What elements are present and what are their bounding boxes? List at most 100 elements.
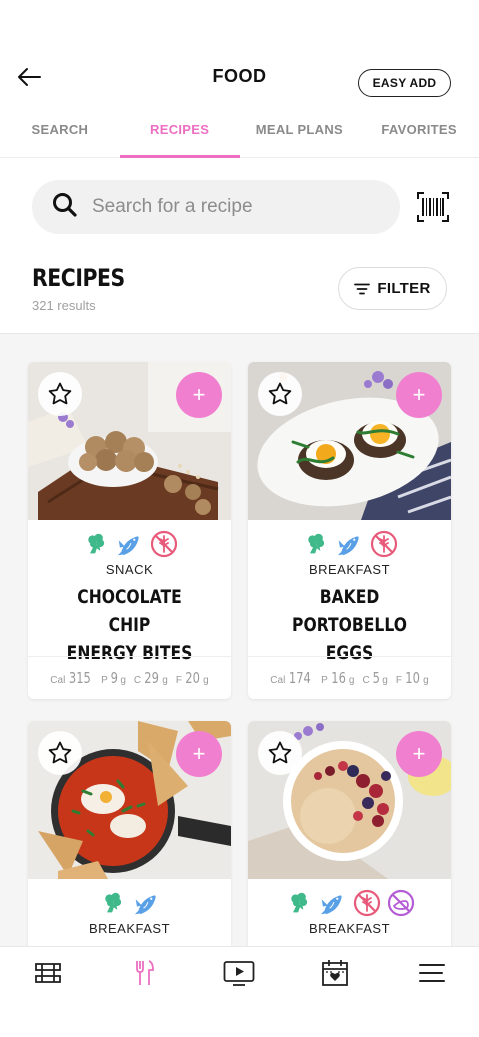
tab-favorites[interactable]: FAVORITES (359, 110, 479, 157)
pescatarian-fish-icon (336, 530, 364, 558)
macro-value: 20 (185, 669, 200, 687)
recipe-name-line: BAKED PORTOBELLO (292, 586, 407, 636)
recipe-category: BREAKFAST (308, 921, 391, 936)
pescatarian-fish-icon (116, 530, 144, 558)
macro-label: F (175, 675, 182, 686)
recipe-grid: + SNACK CHOCOLATE CHIP ENERGY BITES Cal 3… (0, 334, 479, 946)
nav-videos[interactable] (192, 947, 288, 1004)
macro-label: Cal (50, 675, 66, 686)
nav-workout[interactable] (0, 947, 96, 1004)
macro-fat: F 20 g (176, 669, 209, 687)
diet-icons (248, 530, 451, 558)
macro-value: 5 (372, 669, 380, 687)
pescatarian-fish-icon (319, 889, 347, 917)
macro-carbs: C5g (362, 669, 387, 687)
macro-label: F (395, 675, 402, 686)
macro-value: 16 (331, 669, 346, 687)
dairy-free-icon (387, 889, 415, 917)
vegetarian-broccoli-icon (99, 889, 127, 917)
macro-value: 315 (69, 669, 92, 687)
macro-value: 29 (144, 669, 160, 687)
add-recipe-button[interactable]: + (396, 372, 442, 418)
macro-value: 174 (289, 669, 312, 687)
recipes-heading: RECIPES (32, 264, 125, 292)
macro-label: P (101, 675, 108, 686)
macro-unit: g (382, 675, 388, 686)
calendar-heart-icon (321, 959, 349, 992)
diet-icons (28, 530, 231, 558)
macro-label: C (133, 675, 142, 686)
recipe-category: BREAKFAST (88, 921, 171, 936)
menu-icon (417, 962, 446, 989)
macro-value: 10 (405, 669, 420, 687)
barcode-scan-icon[interactable] (417, 192, 449, 222)
recipe-photo-oatmeal-bowl: + (248, 721, 451, 879)
macro-unit: g (203, 675, 209, 686)
filter-label: FILTER (377, 280, 431, 297)
macro-label: P (321, 675, 328, 686)
header: FOOD EASY ADD (0, 56, 479, 100)
vegetarian-broccoli-icon (82, 530, 110, 558)
results-count: 321 results (32, 298, 96, 313)
recipe-card[interactable]: + BREAKFAST BAKED PORTOBELLO EGGS Cal 174… (248, 362, 451, 699)
recipe-card[interactable]: + BREAKFAST (248, 721, 451, 946)
recipe-card[interactable]: + BREAKFAST (28, 721, 231, 946)
diet-icons (28, 889, 231, 917)
recipe-photo-shakshuka: + (28, 721, 231, 879)
favorite-star-icon[interactable] (258, 372, 302, 416)
tab-recipes[interactable]: RECIPES (119, 110, 240, 158)
macro-unit: g (423, 675, 429, 686)
pescatarian-fish-icon (133, 889, 161, 917)
favorite-star-icon[interactable] (38, 731, 82, 775)
search-input[interactable]: Search for a recipe (32, 180, 400, 234)
macro-carbs: C 29 g (134, 669, 168, 687)
macro-protein: P9g (101, 669, 126, 687)
macro-unit: g (162, 675, 168, 686)
diet-icons (248, 889, 451, 917)
nav-menu[interactable] (383, 947, 479, 1004)
macro-row: Cal 315 P9g C 29 g F 20 g (28, 656, 231, 699)
search-placeholder: Search for a recipe (92, 196, 253, 217)
add-recipe-button[interactable]: + (176, 731, 222, 777)
nav-food[interactable] (96, 947, 192, 1004)
easy-add-button[interactable]: EASY ADD (358, 69, 451, 97)
filter-button[interactable]: FILTER (338, 267, 447, 310)
recipe-name: BAKED PORTOBELLO EGGS (274, 583, 424, 667)
recipe-name-line: CHOCOLATE CHIP (77, 586, 182, 636)
favorite-star-icon[interactable] (38, 372, 82, 416)
tab-search[interactable]: SEARCH (0, 110, 120, 157)
macro-value: 9 (110, 669, 118, 687)
macro-unit: g (120, 675, 126, 686)
macro-cal: Cal 315 (50, 669, 93, 687)
vegetarian-broccoli-icon (302, 530, 330, 558)
tab-bar: SEARCH RECIPES MEAL PLANS FAVORITES (0, 110, 479, 158)
nav-calendar[interactable] (287, 947, 383, 1004)
video-play-icon (223, 960, 255, 991)
macro-row: Cal 174 P 16 g C5g F 10 g (248, 656, 451, 699)
macro-label: C (362, 675, 370, 686)
favorite-star-icon[interactable] (258, 731, 302, 775)
workout-icon (34, 961, 62, 990)
recipe-photo-energy-bites: + (28, 362, 231, 520)
search-icon (52, 192, 78, 223)
filter-icon (354, 283, 371, 295)
macro-fat: F 10 g (396, 669, 429, 687)
recipe-category: SNACK (105, 562, 154, 577)
macro-label: Cal (270, 675, 286, 686)
gluten-free-icon (150, 530, 178, 558)
recipe-name: CHOCOLATE CHIP ENERGY BITES (54, 583, 204, 667)
gluten-free-icon (370, 530, 398, 558)
recipe-card[interactable]: + SNACK CHOCOLATE CHIP ENERGY BITES Cal 3… (28, 362, 231, 699)
fork-knife-icon (133, 959, 155, 992)
tab-meal-plans[interactable]: MEAL PLANS (240, 110, 360, 157)
recipe-category: BREAKFAST (308, 562, 391, 577)
bottom-nav (0, 946, 479, 1004)
macro-protein: P 16 g (321, 669, 354, 687)
macro-unit: g (348, 675, 355, 686)
macro-cal: Cal 174 (270, 669, 313, 687)
add-recipe-button[interactable]: + (176, 372, 222, 418)
add-recipe-button[interactable]: + (396, 731, 442, 777)
recipe-photo-portobello-eggs: + (248, 362, 451, 520)
vegetarian-broccoli-icon (285, 889, 313, 917)
gluten-free-icon (353, 889, 381, 917)
